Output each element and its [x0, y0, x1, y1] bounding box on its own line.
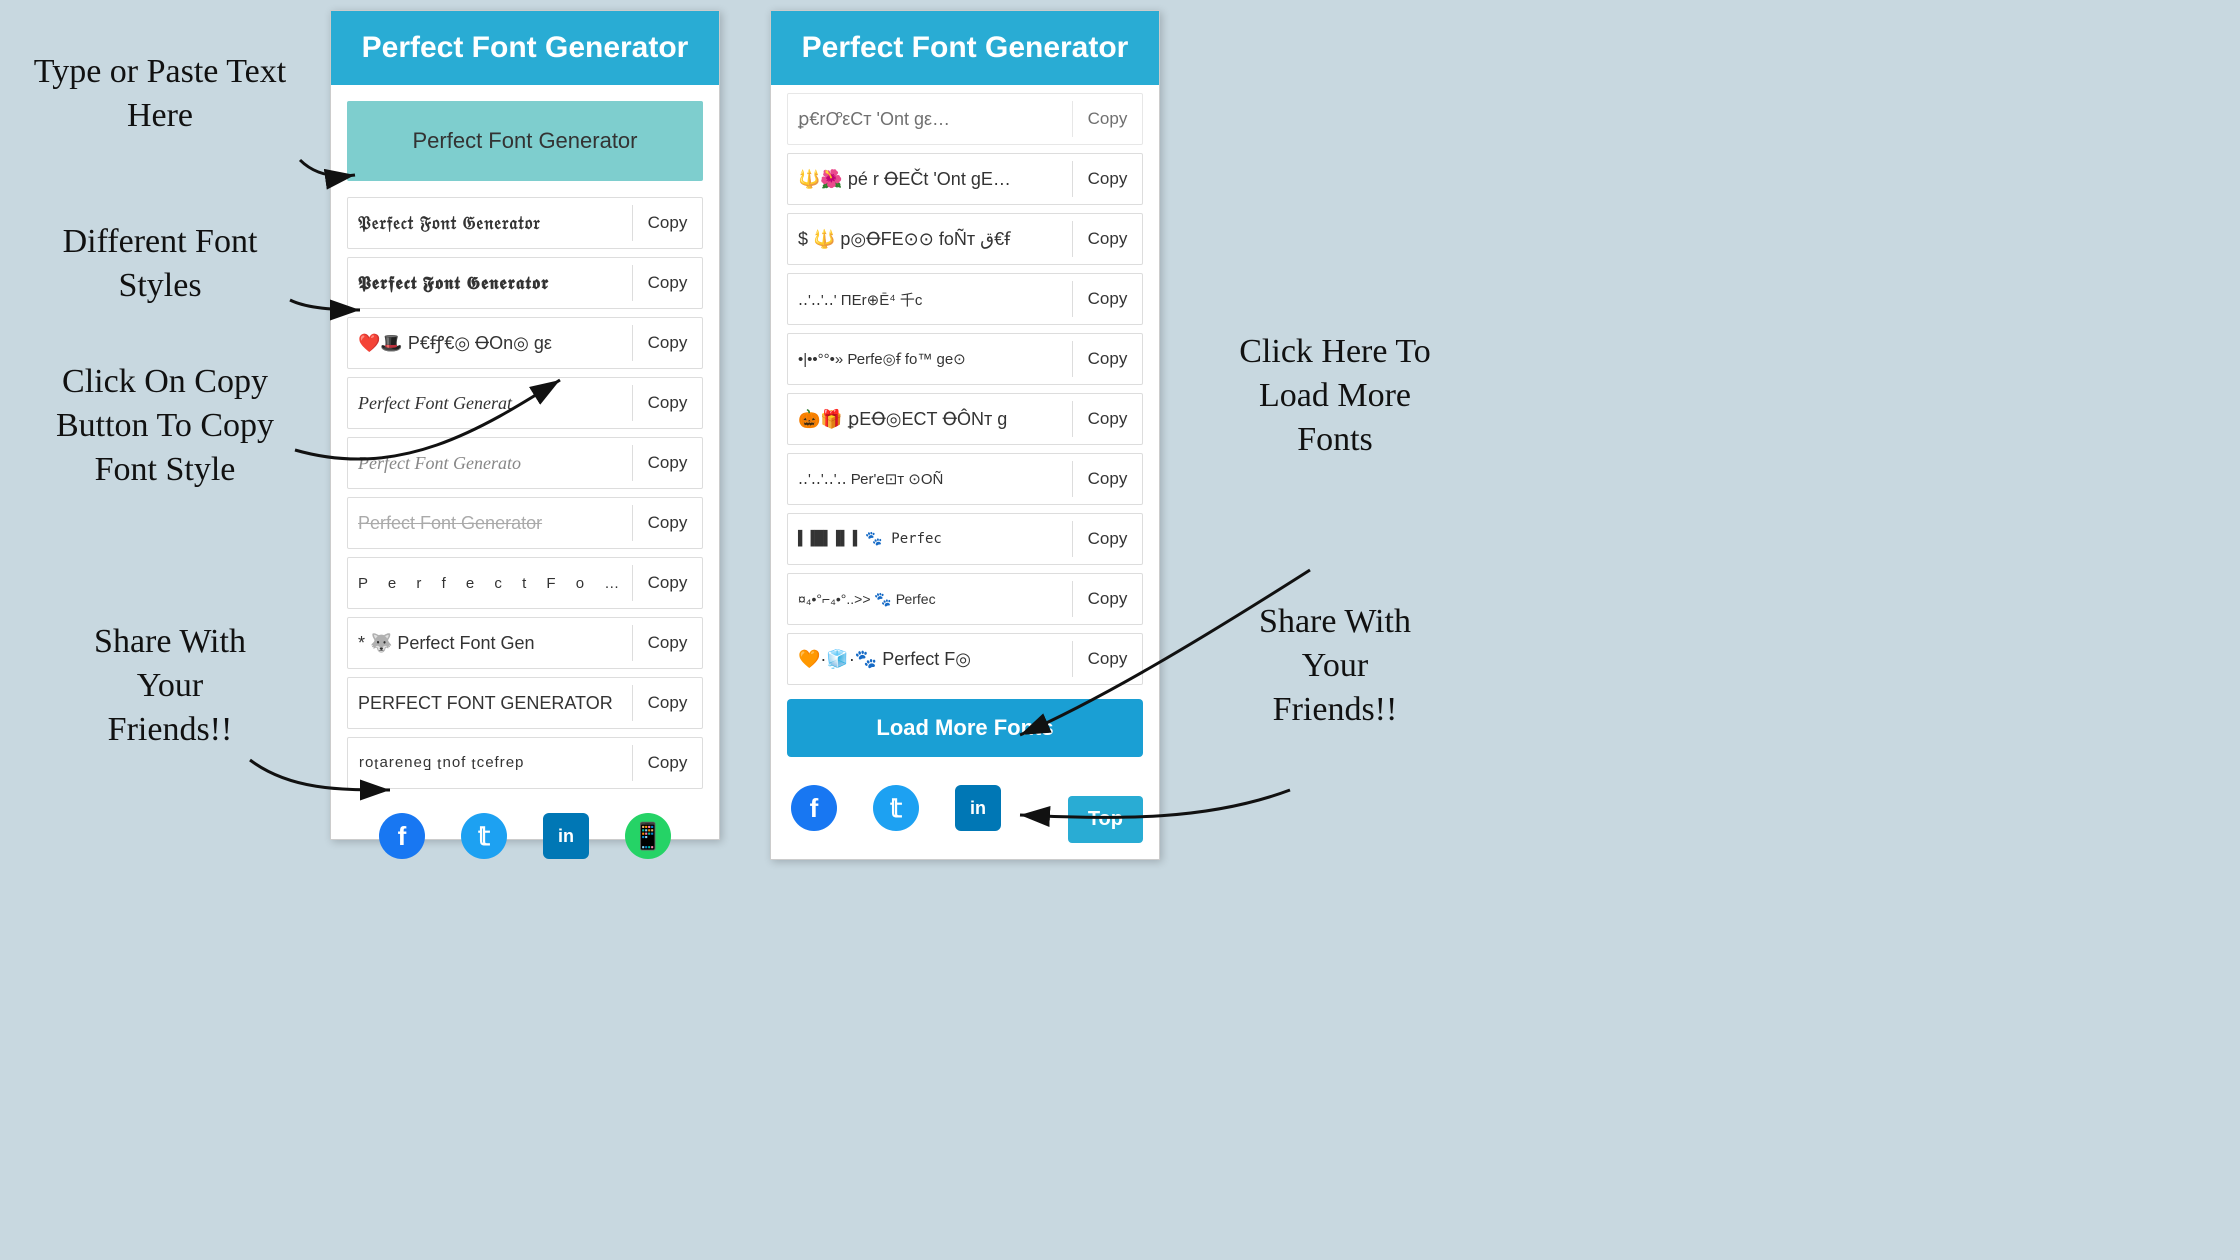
social-bar-1: f 𝕥 in 📱 [331, 797, 719, 871]
load-more-button[interactable]: Load More Fonts [787, 699, 1143, 757]
font-text: ɹoʇɐɹǝuǝƃ ʇuoɟ ʇɔǝɟɹǝd [348, 747, 632, 780]
twitter-icon-2[interactable]: 𝕥 [873, 785, 919, 831]
annotation-click-copy: Click On CopyButton To CopyFont Style [30, 360, 300, 493]
annotation-load-more: Click Here ToLoad MoreFonts [1210, 330, 1460, 463]
copy-button[interactable]: Copy [632, 625, 702, 661]
panel2-header: Perfect Font Generator [771, 11, 1159, 85]
font-text: •|••°°•» Реrfe◎ꞙ fo™ ge⊙ [788, 341, 1072, 377]
twitter-icon[interactable]: 𝕥 [461, 813, 507, 859]
font-text: Perfect Font Generato [348, 445, 632, 482]
social-bar-2: f 𝕥 in Top [771, 769, 1159, 843]
font-row: 𝕻𝖊𝖗𝖋𝖊𝖈𝖙 𝕱𝖔𝖓𝖙 𝕲𝖊𝖓𝖊𝖗𝖆𝖙𝖔𝖗 Copy [347, 257, 703, 309]
linkedin-icon-2[interactable]: in [955, 785, 1001, 831]
facebook-icon[interactable]: f [379, 813, 425, 859]
font-text: ❤️🎩 Ρ€ꞙꝭ€◎ ꝊOn◎ gε [348, 323, 632, 363]
font-text: 🔱🌺 рé r ꝊEČt 'Оnt gЕ… [788, 161, 1072, 198]
copy-button[interactable]: Copy [1072, 581, 1142, 617]
font-text: P e r f e c t F o n t [348, 567, 632, 600]
linkedin-icon[interactable]: in [543, 813, 589, 859]
font-row: Perfect Font Generat Copy [347, 377, 703, 429]
font-row-partial: ꝑ€rꝌεCт 'Оnt gε… Copy [787, 93, 1143, 145]
font-text: ▌▐█▌▐▌▐ 🐾 Реrfec [788, 523, 1072, 555]
font-row: ❤️🎩 Ρ€ꞙꝭ€◎ ꝊOn◎ gε Copy [347, 317, 703, 369]
font-text: ꝑ€rꝌεCт 'Оnt gε… [788, 99, 1072, 139]
phone-panel-2: Perfect Font Generator ꝑ€rꝌεCт 'Оnt gε… … [770, 10, 1160, 860]
copy-button[interactable]: Copy [632, 565, 702, 601]
font-row: •|••°°•» Реrfe◎ꞙ fo™ ge⊙ Copy [787, 333, 1143, 385]
font-row: 🔱🌺 рé r ꝊEČt 'Оnt gЕ… Copy [787, 153, 1143, 205]
annotation-type-paste: Type or Paste TextHere [30, 50, 290, 138]
annotation-share-left: Share WithYourFriends!! [60, 620, 280, 753]
font-text: * 🐺 Perfect Font Gen [348, 625, 632, 662]
copy-button[interactable]: Copy [632, 265, 702, 301]
copy-button[interactable]: Copy [632, 325, 702, 361]
font-row: PERFECT FONT GENERATOR Copy [347, 677, 703, 729]
copy-button[interactable]: Copy [1072, 521, 1142, 557]
phone-panel-1: Perfect Font Generator Perfect Font Gene… [330, 10, 720, 840]
copy-button[interactable]: Copy [632, 685, 702, 721]
whatsapp-icon[interactable]: 📱 [625, 813, 671, 859]
font-text: 𝕻𝖊𝖗𝖋𝖊𝖈𝖙 𝕱𝖔𝖓𝖙 𝕲𝖊𝖓𝖊𝖗𝖆𝖙𝖔𝖗 [348, 265, 632, 302]
copy-button[interactable]: Copy [1072, 641, 1142, 677]
copy-button[interactable]: Copy [632, 445, 702, 481]
copy-button[interactable]: Copy [1072, 401, 1142, 437]
font-text: $ 🔱 р◎ꝊFЕ⊙⊙ foÑт ق€ꞙ [788, 219, 1072, 259]
font-text: Perfect Font Generator [348, 505, 632, 542]
font-row: Perfect Font Generator Copy [347, 497, 703, 549]
font-row: ‥'‥'‥' ΠΕr⊕Ē⁴ 千c Copy [787, 273, 1143, 325]
copy-button[interactable]: Copy [1072, 461, 1142, 497]
font-row: ¤₄•°⌐₄•°..>> 🐾 Реrfec Copy [787, 573, 1143, 625]
copy-button[interactable]: Copy [632, 385, 702, 421]
font-row: ▌▐█▌▐▌▐ 🐾 Реrfec Copy [787, 513, 1143, 565]
font-row: ɹoʇɐɹǝuǝƃ ʇuoɟ ʇɔǝɟɹǝd Copy [347, 737, 703, 789]
font-text: PERFECT FONT GENERATOR [348, 685, 632, 722]
font-row: $ 🔱 р◎ꝊFЕ⊙⊙ foÑт ق€ꞙ Copy [787, 213, 1143, 265]
copy-button[interactable]: Copy [1072, 341, 1142, 377]
panel1-header: Perfect Font Generator [331, 11, 719, 85]
font-row: 🧡·🧊·🐾 Perfect F◎ Copy [787, 633, 1143, 685]
font-row: ‥'‥'‥'‥ Реr'е⊡т ⊙ОÑ Copy [787, 453, 1143, 505]
copy-button[interactable]: Copy [1072, 101, 1142, 137]
annotation-share-right: Share WithYourFriends!! [1220, 600, 1450, 733]
font-text: 𝔓𝔢𝔯𝔣𝔢𝔠𝔱 𝔉𝔬𝔫𝔱 𝔊𝔢𝔫𝔢𝔯𝔞𝔱𝔬𝔯 [348, 205, 632, 242]
top-button[interactable]: Top [1068, 796, 1143, 843]
panel1-input[interactable]: Perfect Font Generator [347, 101, 703, 181]
copy-button[interactable]: Copy [632, 745, 702, 781]
font-text: Perfect Font Generat [348, 385, 632, 422]
font-text: 🧡·🧊·🐾 Perfect F◎ [788, 641, 1072, 678]
font-text: ‥'‥'‥' ΠΕr⊕Ē⁴ 千c [788, 281, 1072, 318]
font-row: 🎃🎁 ꝑЕꝊ◎ЕCТ ꝊÔNт g Copy [787, 393, 1143, 445]
font-row: 𝔓𝔢𝔯𝔣𝔢𝔠𝔱 𝔉𝔬𝔫𝔱 𝔊𝔢𝔫𝔢𝔯𝔞𝔱𝔬𝔯 Copy [347, 197, 703, 249]
copy-button[interactable]: Copy [1072, 161, 1142, 197]
font-row: Perfect Font Generato Copy [347, 437, 703, 489]
copy-button[interactable]: Copy [632, 505, 702, 541]
font-text: ‥'‥'‥'‥ Реr'е⊡т ⊙ОÑ [788, 462, 1072, 496]
font-row: P e r f e c t F o n t Copy [347, 557, 703, 609]
copy-button[interactable]: Copy [632, 205, 702, 241]
copy-button[interactable]: Copy [1072, 221, 1142, 257]
font-text: 🎃🎁 ꝑЕꝊ◎ЕCТ ꝊÔNт g [788, 401, 1072, 438]
font-text: ¤₄•°⌐₄•°..>> 🐾 Реrfec [788, 583, 1072, 616]
font-row: * 🐺 Perfect Font Gen Copy [347, 617, 703, 669]
copy-button[interactable]: Copy [1072, 281, 1142, 317]
annotation-different-fonts: Different FontStyles [30, 220, 290, 308]
facebook-icon-2[interactable]: f [791, 785, 837, 831]
